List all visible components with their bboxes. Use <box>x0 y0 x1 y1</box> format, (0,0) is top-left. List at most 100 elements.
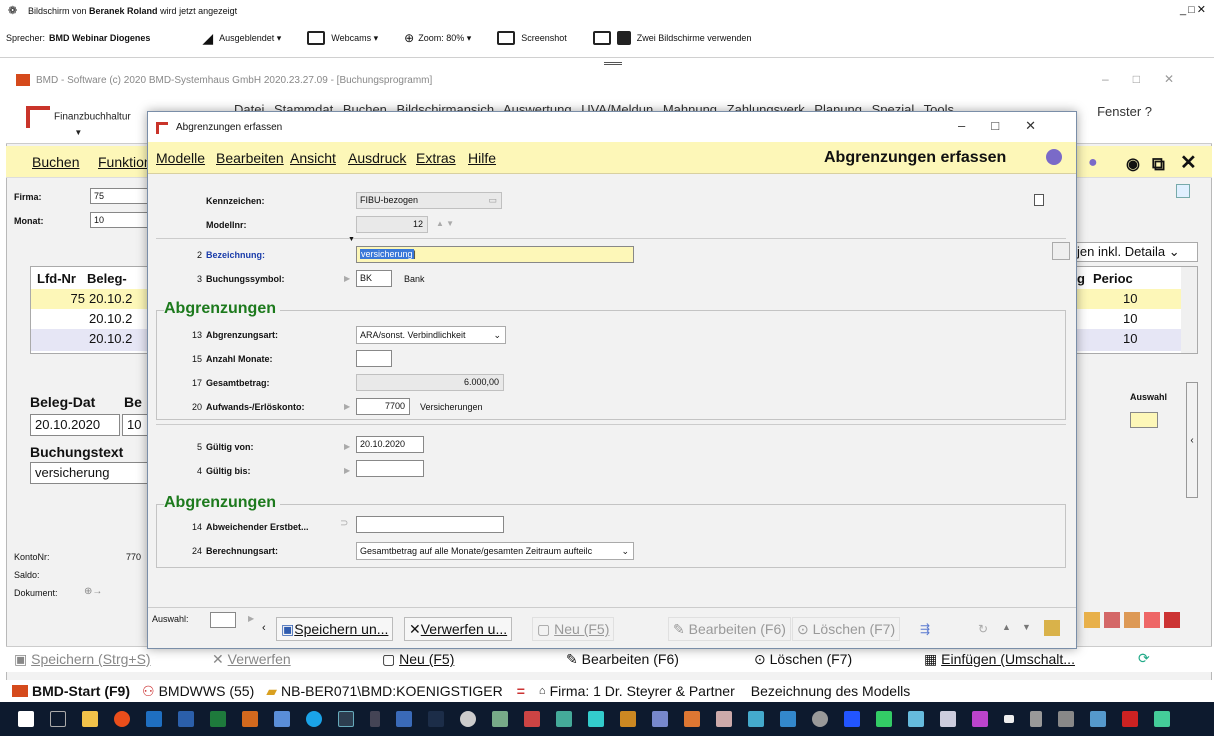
two-screens-button[interactable]: Zwei Bildschirme verwenden <box>592 31 751 45</box>
hidden-button[interactable]: ◢ Ausgeblendet ▾ <box>202 30 281 47</box>
firma-input[interactable]: 75 <box>90 188 148 204</box>
menu-ausdruck[interactable]: Ausdruck <box>348 150 406 166</box>
record-icon[interactable]: ◉ <box>1126 154 1140 174</box>
tray-icon[interactable] <box>908 711 924 727</box>
battery-icon[interactable] <box>1004 715 1014 723</box>
up-icon[interactable]: ▲ <box>1002 622 1011 632</box>
footer-neu[interactable]: ▢ Neu (F5) <box>382 651 454 668</box>
table-row[interactable]: 20.10.2 <box>31 309 151 329</box>
webcams-button[interactable]: Webcams ▾ <box>307 31 378 45</box>
export-icon[interactable] <box>1144 612 1160 628</box>
task-view-icon[interactable] <box>50 711 66 727</box>
screenshot-button[interactable]: Screenshot <box>497 31 567 45</box>
excel-icon[interactable] <box>210 711 226 727</box>
footer-verwerfen[interactable]: ✕ Verwerfen <box>212 651 291 668</box>
scrollbar[interactable] <box>1181 267 1197 353</box>
tray-icon[interactable] <box>940 711 956 727</box>
export-icon[interactable] <box>1124 612 1140 628</box>
drag-handle[interactable] <box>604 62 622 65</box>
be-input[interactable]: 10 <box>122 414 148 436</box>
verwerfen-button[interactable]: ✕Verwerfen u... <box>404 617 513 641</box>
detail-dropdown[interactable]: jen inkl. Detaila ⌄ <box>1074 242 1198 262</box>
attach-icon[interactable]: ⊃ <box>340 518 348 529</box>
bluetooth-icon[interactable] <box>844 711 860 727</box>
help-icon[interactable]: ● <box>1088 154 1098 172</box>
bmd-ntcs-icon[interactable] <box>242 711 258 727</box>
menu-hilfe[interactable]: Hilfe <box>468 150 496 166</box>
tray-icon[interactable] <box>876 711 892 727</box>
tray-icon[interactable] <box>684 711 700 727</box>
footer-loeschen[interactable]: ⊙ Löschen (F7) <box>754 651 852 668</box>
tray-icon[interactable] <box>748 711 764 727</box>
volume-icon[interactable] <box>1030 711 1042 727</box>
tray-icon[interactable] <box>588 711 604 727</box>
footer-bearbeiten[interactable]: ✎ Bearbeiten (F6) <box>566 651 679 668</box>
menu-ansicht[interactable]: Ansicht <box>290 150 336 166</box>
help-icon[interactable] <box>1046 149 1062 165</box>
bmdwws-button[interactable]: BMDWWS (55) <box>159 683 255 699</box>
menu-bearbeiten[interactable]: Bearbeiten <box>216 150 284 166</box>
collapse-panel-button[interactable]: ‹ <box>1186 382 1198 498</box>
outlook-icon[interactable] <box>146 711 162 727</box>
buchungssymbol-input[interactable]: BK <box>356 270 392 287</box>
auswahl-right-input[interactable] <box>1130 412 1158 428</box>
tray-icon[interactable] <box>396 711 412 727</box>
refresh-icon[interactable]: ⟳ <box>1138 650 1150 667</box>
kennzeichen-select[interactable]: FIBU-bezogen ▭ <box>356 192 502 209</box>
export-icon[interactable] <box>1084 612 1100 628</box>
anzahl-monate-input[interactable] <box>356 350 392 367</box>
menu-extras[interactable]: Extras <box>416 150 456 166</box>
loeschen-button[interactable]: ⊙ Löschen (F7) <box>792 617 901 641</box>
tray-icon[interactable] <box>812 711 828 727</box>
footer-einfuegen[interactable]: ▦ Einfügen (Umschalt... <box>924 651 1075 668</box>
document-icon[interactable] <box>1034 194 1044 206</box>
tray-icon[interactable] <box>524 711 540 727</box>
word-icon[interactable] <box>178 711 194 727</box>
app-icon[interactable] <box>274 711 290 727</box>
beleg-dat-input[interactable]: 20.10.2020 <box>30 414 120 436</box>
tray-icon[interactable] <box>492 711 508 727</box>
chevron-up-icon[interactable] <box>370 711 380 727</box>
table-row[interactable]: 20.10.2 <box>31 329 151 351</box>
calc-icon[interactable] <box>1176 184 1190 198</box>
bmd-start-button[interactable]: BMD-Start (F9) <box>32 683 130 699</box>
wifi-icon[interactable] <box>1058 711 1074 727</box>
monat-input[interactable]: 10 <box>90 212 148 228</box>
gueltig-von-input[interactable]: 20.10.2020 <box>356 436 424 453</box>
neu-button[interactable]: ▢ Neu (F5) <box>532 617 615 641</box>
tray-icon[interactable] <box>556 711 572 727</box>
down-icon[interactable]: ▼ <box>1022 622 1031 632</box>
abweichender-input[interactable] <box>356 516 504 533</box>
restore-icon[interactable]: ⧉ <box>1152 154 1165 175</box>
bmd-window-controls[interactable]: –□✕ <box>1102 72 1198 86</box>
menu-buchen[interactable]: Buchen <box>32 154 79 170</box>
menu-funktion[interactable]: Funktion <box>98 154 152 170</box>
tray-icon[interactable] <box>1122 711 1138 727</box>
menu-modelle[interactable]: Modelle <box>156 150 205 166</box>
auswahl-input[interactable] <box>210 612 236 628</box>
modellnr-input[interactable]: 12 <box>356 216 428 233</box>
app-icon[interactable] <box>338 711 354 727</box>
finanzbuchhaltung-button[interactable]: Finanzbuchhaltur ▼ <box>26 106 131 137</box>
tray-icon[interactable] <box>428 711 444 727</box>
berechnungsart-select[interactable]: Gesamtbetrag auf alle Monate/gesamten Ze… <box>356 542 634 560</box>
sort-icon[interactable]: ⇶ <box>920 622 930 636</box>
lookup-icon[interactable] <box>1052 242 1070 260</box>
chrome-icon[interactable] <box>114 711 130 727</box>
edge-icon[interactable] <box>306 711 322 727</box>
chevron-left-icon[interactable]: ‹ <box>262 622 266 634</box>
tray-icon[interactable] <box>620 711 636 727</box>
footer-speichern[interactable]: ▣ Speichern (Strg+S) <box>14 651 151 668</box>
modellnr-stepper[interactable]: ▲ ▼ <box>436 219 454 228</box>
close-icon[interactable]: ✕ <box>1180 150 1197 175</box>
tray-icon[interactable] <box>460 711 476 727</box>
aufwandskonto-input[interactable]: 7700 <box>356 398 410 415</box>
speichern-button[interactable]: ▣Speichern un... <box>276 617 394 641</box>
attach-icon[interactable]: ⊕→ <box>84 586 102 597</box>
lookup-icon[interactable] <box>1044 620 1060 636</box>
tray-icon[interactable] <box>972 711 988 727</box>
gesamtbetrag-input[interactable]: 6.000,00 <box>356 374 504 391</box>
tray-icon[interactable] <box>652 711 668 727</box>
buchungstext-input[interactable]: versicherung <box>30 462 148 484</box>
bezeichnung-input[interactable]: versicherung| <box>356 246 634 263</box>
